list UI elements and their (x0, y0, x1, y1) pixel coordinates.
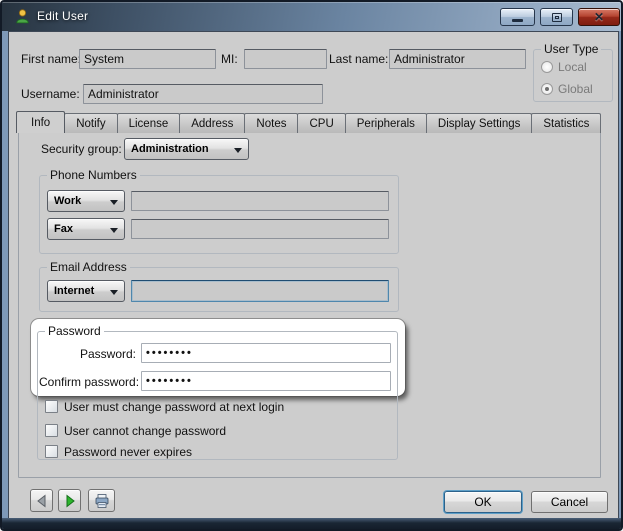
user-type-label: User Type (541, 42, 601, 56)
window-bottom-frame (2, 518, 621, 529)
next-button[interactable] (58, 489, 81, 512)
radio-local-icon (541, 61, 553, 73)
checkbox-cannot-change-password[interactable] (45, 424, 58, 437)
first-name-field[interactable] (79, 49, 216, 69)
last-name-label: Last name: (329, 49, 388, 69)
checkbox-password-never-expires[interactable] (45, 445, 58, 458)
checkbox-password-never-expires-label: Password never expires (64, 445, 192, 459)
ok-button[interactable]: OK (444, 491, 522, 513)
email-type-select[interactable]: Internet (47, 280, 125, 302)
first-name-label: First name: (21, 49, 81, 69)
username-field[interactable] (83, 84, 323, 104)
minimize-button[interactable] (500, 8, 535, 26)
checkbox-must-change-password[interactable] (45, 400, 58, 413)
chevron-down-icon (234, 148, 242, 153)
checkbox-cannot-change-password-label: User cannot change password (64, 424, 226, 438)
phone-number-input-work[interactable] (131, 191, 389, 211)
chevron-down-icon (110, 228, 118, 233)
phone-number-input-fax[interactable] (131, 219, 389, 239)
last-name-field[interactable] (389, 49, 526, 69)
tab-notes[interactable]: Notes (244, 113, 298, 133)
radio-local[interactable]: Local (541, 60, 587, 74)
tab-bar: Info Notify License Address Notes CPU Pe… (17, 111, 601, 133)
tab-notify[interactable]: Notify (64, 113, 117, 133)
window-titlebar[interactable]: Edit User ✕ (2, 2, 621, 31)
tab-display-settings[interactable]: Display Settings (426, 113, 532, 133)
phone-numbers-label: Phone Numbers (47, 168, 140, 182)
maximize-icon (552, 13, 562, 22)
tab-statistics[interactable]: Statistics (531, 113, 601, 133)
tab-license[interactable]: License (117, 113, 181, 133)
checkbox-must-change-password-label: User must change password at next login (64, 400, 284, 414)
chevron-down-icon (110, 290, 118, 295)
tab-cpu[interactable]: CPU (297, 113, 345, 133)
mi-field[interactable] (244, 49, 327, 69)
printer-icon (94, 493, 110, 509)
previous-button[interactable] (30, 489, 53, 512)
tab-peripherals[interactable]: Peripherals (345, 113, 427, 133)
window-title: Edit User (37, 9, 88, 23)
chevron-down-icon (110, 200, 118, 205)
security-group-select[interactable]: Administration (124, 138, 249, 160)
email-address-label: Email Address (47, 260, 130, 274)
cancel-button[interactable]: Cancel (531, 491, 608, 513)
tab-address[interactable]: Address (179, 113, 245, 133)
maximize-button[interactable] (540, 8, 573, 26)
user-icon (14, 8, 31, 25)
close-icon: ✕ (594, 11, 604, 23)
radio-global-icon (541, 83, 553, 95)
tab-info[interactable]: Info (16, 111, 65, 133)
security-group-label: Security group: (41, 139, 122, 159)
phone-type-select-work[interactable]: Work (47, 190, 125, 212)
next-arrow-icon (63, 494, 77, 508)
mi-label: MI: (221, 49, 238, 69)
print-button[interactable] (88, 489, 115, 512)
username-label: Username: (21, 84, 80, 104)
confirm-password-input[interactable] (141, 371, 391, 391)
password-input[interactable] (141, 343, 391, 363)
minimize-icon (512, 19, 523, 22)
email-input[interactable] (131, 280, 389, 302)
radio-global[interactable]: Global (541, 82, 593, 96)
password-group-label: Password (45, 324, 104, 338)
edit-user-dialog: Edit User ✕ First name: MI: Last name: U… (0, 0, 623, 531)
confirm-password-label: Confirm password: (39, 372, 136, 392)
close-button[interactable]: ✕ (578, 8, 620, 26)
previous-arrow-icon (35, 494, 49, 508)
dialog-body: First name: MI: Last name: Username: Use… (8, 31, 619, 520)
phone-type-select-fax[interactable]: Fax (47, 218, 125, 240)
password-label: Password: (39, 344, 136, 364)
